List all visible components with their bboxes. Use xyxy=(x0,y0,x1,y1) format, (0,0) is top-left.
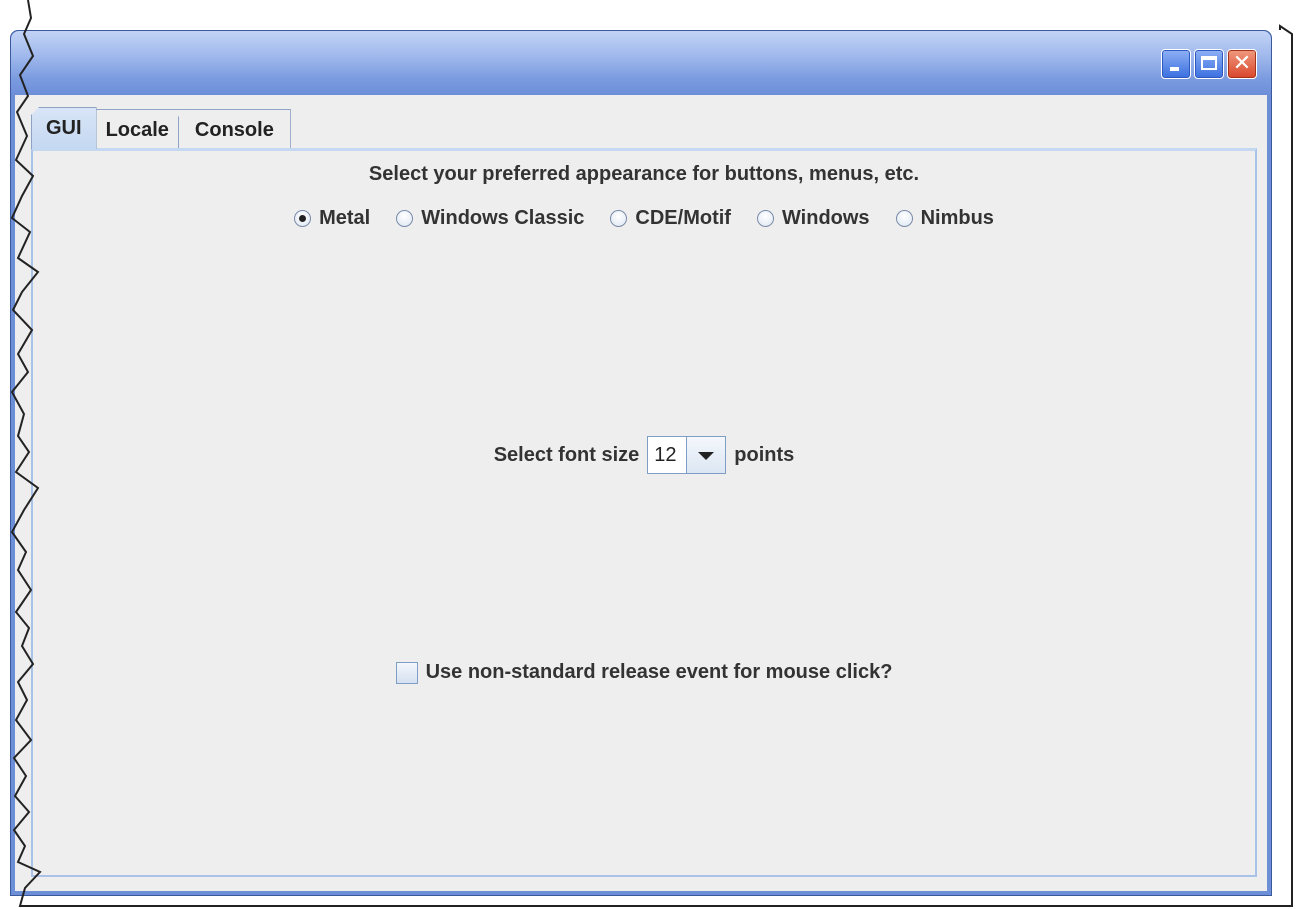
tab-console[interactable]: Console xyxy=(177,109,291,149)
radio-nimbus[interactable]: Nimbus xyxy=(895,207,994,230)
radio-button-icon[interactable] xyxy=(610,210,628,227)
mouse-release-label: Use non-standard release event for mouse… xyxy=(425,661,893,683)
radio-label: Metal xyxy=(319,207,371,229)
radio-label: CDE/Motif xyxy=(635,207,731,229)
title-bar[interactable]: ✕ xyxy=(11,31,1271,95)
radio-cde-motif[interactable]: CDE/Motif xyxy=(610,207,731,230)
mouse-release-checkbox[interactable] xyxy=(395,661,418,684)
preferences-window: ✕ GUI Locale Console Select your preferr… xyxy=(10,30,1272,896)
font-size-suffix-label: points xyxy=(734,443,795,466)
tab-gui[interactable]: GUI xyxy=(31,107,97,149)
close-button[interactable]: ✕ xyxy=(1227,49,1257,79)
minimize-icon xyxy=(1170,67,1179,71)
tab-strip: GUI Locale Console xyxy=(31,107,291,149)
radio-label: Nimbus xyxy=(920,207,994,229)
look-and-feel-radio-group: Metal Windows Classic CDE/Motif Windows xyxy=(33,207,1255,230)
window-content: GUI Locale Console Select your preferred… xyxy=(15,95,1267,891)
maximize-button[interactable] xyxy=(1194,49,1224,79)
gui-tab-panel: Select your preferred appearance for but… xyxy=(31,148,1257,877)
radio-button-icon[interactable] xyxy=(895,210,913,227)
radio-label: Windows Classic xyxy=(421,207,585,229)
radio-windows[interactable]: Windows xyxy=(756,207,870,230)
appearance-prompt: Select your preferred appearance for but… xyxy=(368,163,920,185)
font-size-prefix-label: Select font size xyxy=(493,443,640,466)
radio-button-icon[interactable] xyxy=(396,210,414,227)
window-controls: ✕ xyxy=(1161,49,1257,79)
mouse-release-option[interactable]: Use non-standard release event for mouse… xyxy=(33,661,1255,684)
chevron-down-icon[interactable] xyxy=(686,437,726,473)
radio-label: Windows xyxy=(781,207,870,229)
minimize-button[interactable] xyxy=(1161,49,1191,79)
font-size-value[interactable]: 12 xyxy=(648,437,686,473)
tab-locale[interactable]: Locale xyxy=(88,109,186,149)
radio-button-icon[interactable] xyxy=(756,210,774,227)
screenshot-stage: ✕ GUI Locale Console Select your preferr… xyxy=(0,0,1298,909)
radio-button-icon[interactable] xyxy=(294,210,312,227)
font-size-dropdown[interactable]: 12 xyxy=(647,436,727,474)
radio-metal[interactable]: Metal xyxy=(294,207,370,230)
close-icon: ✕ xyxy=(1232,51,1252,76)
maximize-icon xyxy=(1201,56,1217,70)
radio-windows-classic[interactable]: Windows Classic xyxy=(396,207,584,230)
font-size-row: Select font size 12 points xyxy=(33,436,1255,474)
